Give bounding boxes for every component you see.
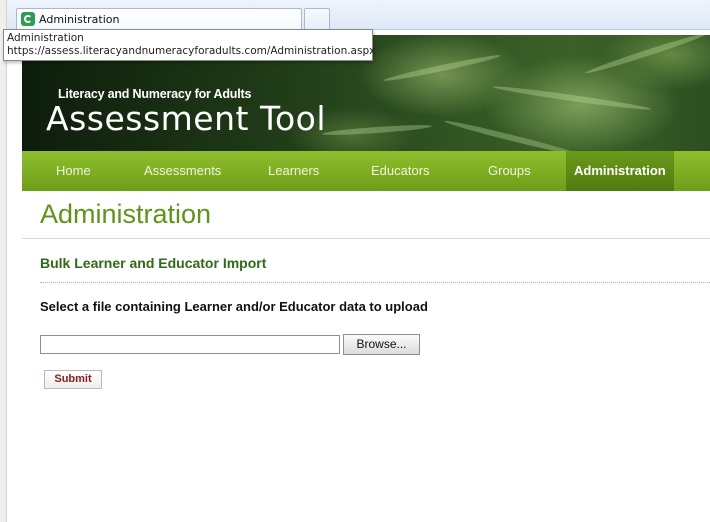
section-title: Bulk Learner and Educator Import	[40, 255, 267, 271]
banner-fern-decoration	[492, 83, 652, 113]
submit-button[interactable]: Submit	[44, 370, 102, 389]
nav-item-assessments[interactable]: Assessments	[144, 151, 221, 191]
banner-fern-decoration	[584, 35, 710, 76]
upload-instruction: Select a file containing Learner and/or …	[40, 299, 428, 314]
nav-item-groups[interactable]: Groups	[488, 151, 531, 191]
nav-item-learners[interactable]: Learners	[268, 151, 319, 191]
tab-tooltip: Administration https://assess.literacyan…	[3, 29, 376, 61]
nav-item-home[interactable]: Home	[56, 151, 91, 191]
window-edge	[0, 0, 7, 522]
banner-fern-decoration	[443, 118, 581, 151]
banner-fern-decoration	[382, 52, 502, 84]
new-tab-button[interactable]	[304, 8, 330, 30]
section-divider	[40, 282, 710, 283]
browse-button[interactable]: Browse...	[343, 334, 420, 355]
file-path-input[interactable]	[40, 335, 340, 354]
nav-item-administration[interactable]: Administration	[566, 151, 674, 191]
tooltip-title: Administration	[7, 32, 84, 44]
page-title: Administration	[40, 199, 212, 229]
nav-item-educators[interactable]: Educators	[371, 151, 430, 191]
tooltip-url: https://assess.literacyandnumeracyforadu…	[7, 45, 376, 57]
banner-fern-decoration	[321, 123, 433, 137]
main-nav: Home Assessments Learners Educators Grou…	[22, 151, 710, 191]
browser-tab-title: Administration	[39, 13, 120, 26]
site-favicon-icon	[21, 12, 35, 26]
title-divider	[22, 238, 710, 239]
browser-tab-administration[interactable]: Administration	[16, 8, 302, 30]
brand-title[interactable]: Assessment Tool	[46, 99, 326, 138]
browser-tab-strip: Administration	[7, 0, 710, 30]
